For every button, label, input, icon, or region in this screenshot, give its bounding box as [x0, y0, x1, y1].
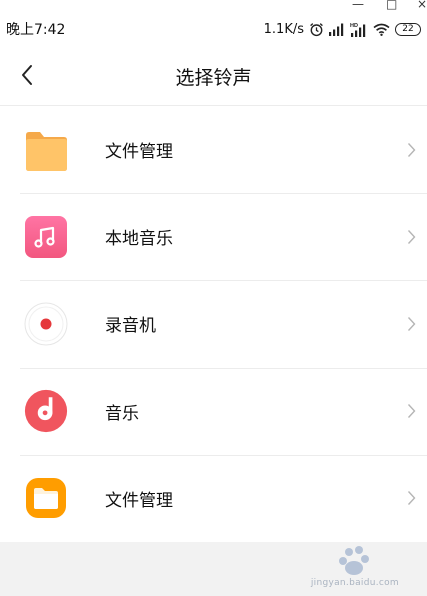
close-button[interactable]: ×	[417, 0, 427, 11]
music-note-icon	[24, 215, 68, 259]
signal-icon	[329, 23, 345, 36]
list-item-recorder[interactable]: 录音机	[0, 280, 427, 367]
status-bar: 晚上7:42 1.1K/s HD 22	[0, 14, 427, 44]
list-item-label: 音乐	[105, 403, 139, 424]
svg-text:HD: HD	[350, 23, 358, 29]
list-item-label: 录音机	[105, 316, 156, 337]
recorder-icon	[24, 302, 68, 346]
chevron-right-icon	[405, 402, 417, 420]
title-bar: 选择铃声	[0, 44, 427, 106]
network-speed: 1.1K/s	[263, 21, 304, 37]
status-time: 晚上7:42	[6, 22, 66, 38]
list-item-local-music[interactable]: 本地音乐	[0, 193, 427, 280]
alarm-icon	[309, 22, 324, 37]
maximize-button[interactable]: □	[386, 0, 397, 11]
hd-signal-icon: HD	[350, 22, 368, 37]
ringtone-source-list: 文件管理 本地音乐 录音机 音乐 文件管理	[0, 106, 427, 542]
battery-icon: 22	[395, 22, 421, 36]
file-manager-icon	[24, 476, 68, 520]
chevron-right-icon	[405, 228, 417, 246]
status-indicators: 1.1K/s HD 22	[264, 22, 421, 37]
chevron-right-icon	[405, 141, 417, 159]
wifi-icon	[373, 23, 390, 36]
list-item-file-manager-2[interactable]: 文件管理	[0, 454, 427, 542]
bottom-area: jingyan.baidu.com	[0, 542, 427, 596]
minimize-button[interactable]: —	[352, 0, 364, 11]
list-item-music[interactable]: 音乐	[0, 367, 427, 455]
music-disc-icon	[24, 389, 68, 433]
chevron-right-icon	[405, 315, 417, 333]
list-item-label: 本地音乐	[105, 229, 173, 250]
list-item-file-manager[interactable]: 文件管理	[0, 106, 427, 193]
watermark-text: jingyan.baidu.com	[310, 578, 399, 588]
chevron-right-icon	[405, 489, 417, 507]
list-item-label: 文件管理	[105, 490, 173, 511]
folder-icon	[24, 128, 68, 172]
page-title: 选择铃声	[175, 67, 252, 89]
list-item-label: 文件管理	[105, 142, 173, 163]
window-controls-strip: — □ ×	[0, 0, 427, 14]
